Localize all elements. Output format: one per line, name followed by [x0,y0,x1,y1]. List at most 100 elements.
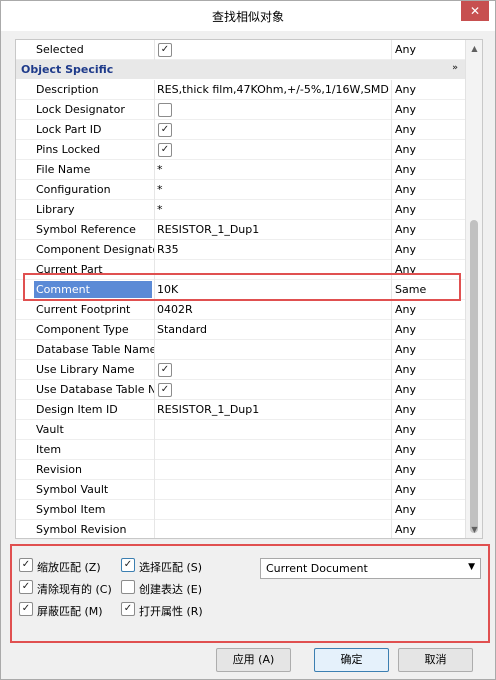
create-expression-checkbox[interactable] [121,580,135,594]
property-value[interactable]: * [157,183,389,196]
property-row[interactable]: Configuration * Any [16,180,466,200]
property-checkbox[interactable]: ✓ [158,143,172,157]
clear-existing-checkbox[interactable]: ✓ [19,580,33,594]
match-select[interactable]: Any [395,163,465,176]
property-row[interactable]: Current Footprint 0402R Any [16,300,466,320]
property-name: Component Type [36,323,129,336]
property-row[interactable]: Use Library Name ✓ Any [16,360,466,380]
property-checkbox[interactable]: ✓ [158,363,172,377]
cancel-button[interactable]: 取消 [398,648,473,672]
title-bar: 查找相似对象 ✕ [1,1,495,31]
scroll-up-icon[interactable]: ▲ [466,40,482,57]
property-value[interactable]: * [157,203,389,216]
property-name: Symbol Revision [36,523,127,536]
ok-button[interactable]: 确定 [314,648,389,672]
match-select[interactable]: Any [395,43,465,56]
property-row[interactable]: Component Type Standard Any [16,320,466,340]
property-name: Database Table Name [36,343,154,356]
property-row[interactable]: Symbol Vault Any [16,480,466,500]
property-row[interactable]: Symbol Reference RESISTOR_1_Dup1 Any [16,220,466,240]
match-select[interactable]: Any [395,463,465,476]
property-value[interactable]: RESISTOR_1_Dup1 [157,223,389,236]
property-name: Configuration [36,183,111,196]
comment-row-highlight [23,273,461,301]
mask-matching-checkbox[interactable]: ✓ [19,602,33,616]
property-checkbox[interactable] [158,103,172,117]
match-select[interactable]: Any [395,403,465,416]
match-select[interactable]: Any [395,383,465,396]
property-row[interactable]: Use Database Table Name ✓ Any [16,380,466,400]
vertical-scrollbar[interactable]: ▲ ▼ [465,40,482,538]
match-select[interactable]: Any [395,443,465,456]
match-select[interactable]: Any [395,183,465,196]
zoom-matching-label: 缩放匹配 (Z) [37,561,101,574]
property-value[interactable]: RESISTOR_1_Dup1 [157,403,389,416]
match-select[interactable]: Any [395,123,465,136]
property-row[interactable]: Pins Locked ✓ Any [16,140,466,160]
close-icon[interactable]: ✕ [461,1,489,21]
match-select[interactable]: Any [395,483,465,496]
zoom-matching-checkbox[interactable]: ✓ [19,558,33,572]
property-row[interactable]: Item Any [16,440,466,460]
match-select[interactable]: Any [395,103,465,116]
scope-dropdown[interactable]: Current Document ▼ [260,558,481,579]
property-row[interactable]: Vault Any [16,420,466,440]
match-select[interactable]: Any [395,243,465,256]
property-row[interactable]: Description RES,thick film,47KOhm,+/-5%,1… [16,80,466,100]
match-select[interactable]: Any [395,303,465,316]
property-value[interactable]: RES,thick film,47KOhm,+/-5%,1/16W,SMD040… [157,83,389,96]
match-select[interactable]: Any [395,523,465,536]
open-properties-label: 打开属性 (R) [139,605,203,618]
property-row[interactable]: Lock Part ID ✓ Any [16,120,466,140]
match-select[interactable]: Any [395,503,465,516]
property-value[interactable]: 0402R [157,303,389,316]
property-value[interactable]: R35 [157,243,389,256]
match-select[interactable]: Any [395,143,465,156]
match-select[interactable]: Any [395,363,465,376]
property-value[interactable]: Standard [157,323,389,336]
mask-matching-label: 屏蔽匹配 (M) [37,605,103,618]
scroll-thumb[interactable] [470,220,478,533]
row-selected[interactable]: Selected ✓ Any [16,40,466,60]
select-matching-checkbox[interactable]: ✓ [121,558,135,572]
property-name: Description [36,83,99,96]
open-properties-checkbox[interactable]: ✓ [121,602,135,616]
property-row[interactable]: Symbol Revision Any [16,520,466,538]
property-row[interactable]: Library * Any [16,200,466,220]
match-select[interactable]: Any [395,343,465,356]
property-row[interactable]: File Name * Any [16,160,466,180]
match-select[interactable]: Any [395,323,465,336]
section-title: Object Specific [21,63,114,76]
property-name: Symbol Vault [36,483,109,496]
property-name: Use Library Name [36,363,135,376]
chevron-down-icon: ▼ [468,562,475,572]
match-select[interactable]: Any [395,223,465,236]
selected-checkbox[interactable]: ✓ [158,43,172,57]
property-name: Selected [36,43,84,56]
select-matching-label: 选择匹配 (S) [139,561,203,574]
match-select[interactable]: Any [395,203,465,216]
property-row[interactable]: Lock Designator Any [16,100,466,120]
match-select[interactable]: Any [395,83,465,96]
property-row[interactable]: Design Item ID RESISTOR_1_Dup1 Any [16,400,466,420]
property-checkbox[interactable]: ✓ [158,123,172,137]
match-select[interactable]: Any [395,423,465,436]
scroll-down-icon[interactable]: ▼ [466,521,482,538]
apply-button[interactable]: 应用 (A) [216,648,291,672]
property-name: Design Item ID [36,403,118,416]
property-value[interactable]: * [157,163,389,176]
property-name: Library [36,203,75,216]
clear-existing-label: 清除现有的 (C) [37,583,112,596]
property-row[interactable]: Symbol Item Any [16,500,466,520]
property-row[interactable]: Revision Any [16,460,466,480]
property-checkbox[interactable]: ✓ [158,383,172,397]
property-name: Use Database Table Name [36,383,154,396]
section-header-object-specific[interactable]: Object Specific » [16,60,466,79]
property-row[interactable]: Component Designator R35 Any [16,240,466,260]
property-row[interactable]: Database Table Name Any [16,340,466,360]
collapse-icon[interactable]: » [452,63,458,73]
property-name: File Name [36,163,91,176]
property-name: Symbol Item [36,503,106,516]
dialog-title: 查找相似对象 [211,10,284,24]
scope-value: Current Document [266,562,368,575]
